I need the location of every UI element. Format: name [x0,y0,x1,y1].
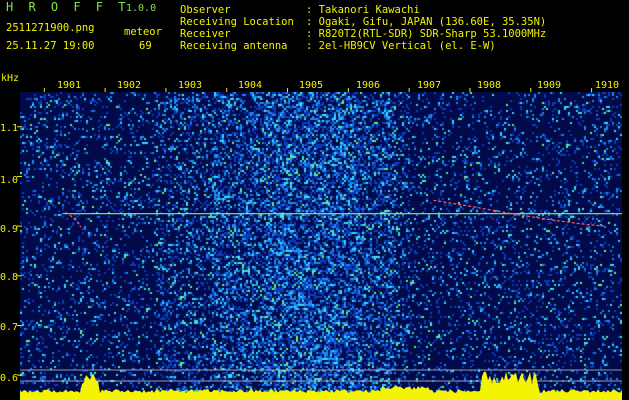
observer-label: Observer [180,4,231,16]
y-tick-label: 0.7 [0,322,19,333]
app-title: H R O F F T [6,0,130,14]
app-version: 1.0.0 [126,3,157,14]
receiver-label: Receiver [180,28,231,40]
x-tick-label: 1901 [57,80,82,91]
y-tick-label: 0.6 [0,373,19,384]
x-tick-label: 1903 [178,80,203,91]
observer-value: : Takanori Kawachi [306,4,420,16]
location-value: : Ogaki, Gifu, JAPAN (136.60E, 35.35N) [306,16,547,28]
y-tick-label: 1.0 [0,175,19,186]
antenna-value: : 2el-HB9CV Vertical (el. E-W) [306,40,496,52]
x-tick-label: 1905 [299,80,324,91]
event-count: 69 [139,40,152,52]
datetime-label: 25.11.27 19:00 [6,40,95,52]
x-tick-label: 1902 [117,80,142,91]
x-tick-label: 1909 [537,80,562,91]
file-name: 2511271900.png [6,22,95,34]
y-axis-unit: kHz [1,73,20,84]
x-tick-label: 1904 [238,80,263,91]
classification-label: meteor [124,26,162,38]
y-tick-label: 0.8 [0,272,19,283]
receiver-value: : R820T2(RTL-SDR) SDR-Sharp 53.1000MHz [306,28,547,40]
x-tick-label: 1906 [356,80,381,91]
y-tick-label: 0.9 [0,224,19,235]
spectrogram [20,92,622,400]
x-tick-label: 1908 [477,80,502,91]
x-tick-label: 1907 [417,80,442,91]
location-label: Receiving Location [180,16,294,28]
antenna-label: Receiving antenna [180,40,288,52]
x-tick-label: 1910 [595,80,620,91]
hrofft-window: H R O F F T 1.0.0 2511271900.png meteor … [0,0,629,400]
y-tick-label: 1.1 [0,123,19,134]
